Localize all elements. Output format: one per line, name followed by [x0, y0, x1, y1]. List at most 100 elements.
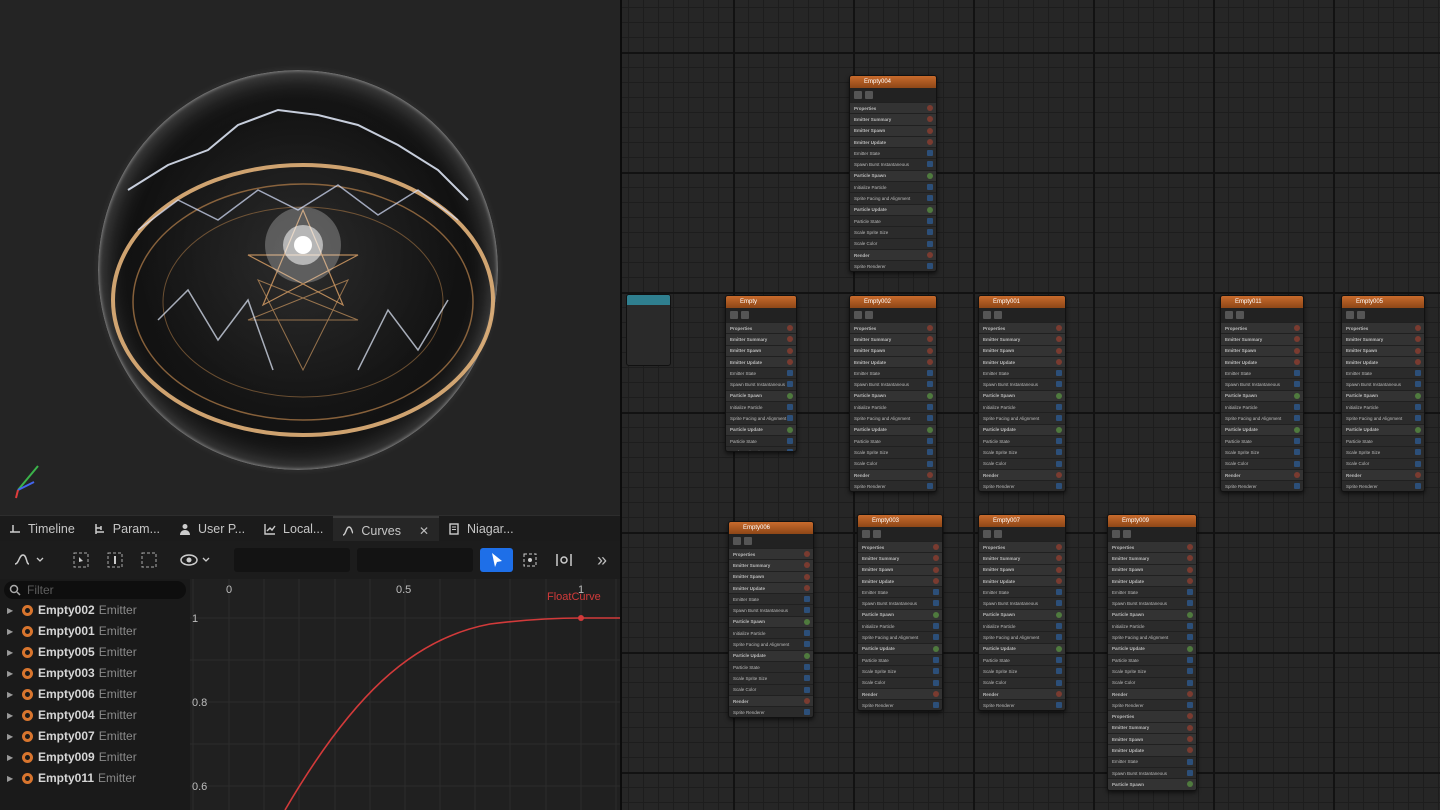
module-toggle-icon[interactable]: [1056, 656, 1062, 663]
module-toggle-icon[interactable]: [1415, 325, 1421, 331]
module-row[interactable]: Properties: [1221, 491, 1303, 492]
module-toggle-icon[interactable]: [787, 325, 793, 331]
preview-viewport[interactable]: [0, 0, 622, 515]
module-toggle-icon[interactable]: [1187, 724, 1193, 731]
module-row[interactable]: Properties: [729, 717, 813, 718]
emitter-node[interactable]: Empty006 Properties Emitter Summary Emitter…: [728, 521, 814, 718]
module-toggle-icon[interactable]: [1056, 325, 1062, 331]
module-row[interactable]: Particle State: [1342, 434, 1424, 446]
module-row[interactable]: Initialize Particle: [1108, 620, 1196, 631]
value-field[interactable]: [357, 548, 473, 572]
emitter-node-header[interactable]: Empty006: [729, 522, 813, 534]
emitter-node[interactable]: Empty009 Properties Emitter Summary Emitter…: [1107, 514, 1197, 791]
module-row[interactable]: Properties: [858, 541, 942, 553]
module-toggle-icon[interactable]: [804, 618, 810, 625]
module-row[interactable]: Properties: [1342, 322, 1424, 334]
module-toggle-icon[interactable]: [1056, 668, 1062, 675]
module-toggle-icon[interactable]: [927, 229, 933, 236]
module-row[interactable]: Emitter Spawn: [858, 563, 942, 575]
module-toggle-icon[interactable]: [927, 437, 933, 444]
module-toggle-icon[interactable]: [804, 709, 810, 716]
module-toggle-icon[interactable]: [1056, 336, 1062, 343]
module-toggle-icon[interactable]: [933, 690, 939, 697]
module-toggle-icon[interactable]: [1056, 483, 1062, 490]
expand-arrow-icon[interactable]: ▶: [7, 627, 15, 636]
module-toggle-icon[interactable]: [933, 555, 939, 562]
module-row[interactable]: Properties: [979, 491, 1065, 492]
system-overview-graph[interactable]: Empty004 Properties Emitter Summary Emitter…: [622, 0, 1440, 810]
module-toggle-icon[interactable]: [1415, 483, 1421, 490]
module-row[interactable]: Spawn Burst Instantaneous: [979, 597, 1065, 608]
module-toggle-icon[interactable]: [1415, 460, 1421, 467]
module-toggle-icon[interactable]: [1187, 679, 1193, 686]
module-toggle-icon[interactable]: [804, 551, 810, 557]
module-row[interactable]: Scale Color: [1221, 457, 1303, 469]
module-toggle-icon[interactable]: [1294, 347, 1300, 354]
module-row[interactable]: Sprite Facing and Alignment: [1108, 631, 1196, 642]
module-row[interactable]: Emitter Spawn: [1108, 733, 1196, 745]
module-toggle-icon[interactable]: [933, 611, 939, 618]
module-toggle-icon[interactable]: [787, 358, 793, 365]
module-row[interactable]: Scale Color: [1342, 457, 1424, 469]
module-toggle-icon[interactable]: [1187, 577, 1193, 584]
module-toggle-icon[interactable]: [1056, 437, 1062, 444]
module-row[interactable]: Spawn Burst Instantaneous: [850, 378, 936, 389]
expand-arrow-icon[interactable]: ▶: [7, 648, 15, 657]
module-row[interactable]: Render: [729, 694, 813, 707]
curve-mode-dropdown[interactable]: [10, 548, 50, 572]
tab-parameters[interactable]: Param...: [85, 516, 170, 542]
module-toggle-icon[interactable]: [804, 652, 810, 659]
module-toggle-icon[interactable]: [1056, 600, 1062, 607]
module-row[interactable]: Sprite Renderer: [850, 260, 936, 271]
module-row[interactable]: Initialize Particle: [850, 401, 936, 412]
module-row[interactable]: Particle Spawn: [1342, 389, 1424, 402]
module-row[interactable]: Sprite Renderer: [1221, 480, 1303, 491]
emitter-row[interactable]: ▶ Empty003 Emitter: [0, 663, 190, 683]
module-row[interactable]: Scale Sprite Size: [858, 665, 942, 676]
module-toggle-icon[interactable]: [927, 105, 933, 111]
float-curve-line[interactable]: [284, 617, 622, 810]
module-toggle-icon[interactable]: [1294, 426, 1300, 433]
emitter-node-header[interactable]: Empty: [726, 296, 796, 308]
curve-key[interactable]: [578, 615, 584, 621]
module-toggle-icon[interactable]: [1056, 566, 1062, 573]
module-row[interactable]: Spawn Burst Instantaneous: [726, 378, 796, 389]
module-row[interactable]: Properties: [979, 710, 1065, 711]
module-row[interactable]: Particle State: [850, 434, 936, 446]
module-row[interactable]: Emitter State: [979, 367, 1065, 378]
module-toggle-icon[interactable]: [1415, 370, 1421, 377]
module-toggle-icon[interactable]: [927, 116, 933, 123]
module-row[interactable]: Particle Spawn: [1108, 608, 1196, 621]
module-row[interactable]: Particle Spawn: [979, 608, 1065, 621]
module-row[interactable]: Emitter Summary: [1342, 333, 1424, 345]
emitter-node[interactable]: Empty Properties Emitter Summary Emitter Sp…: [725, 295, 797, 452]
module-toggle-icon[interactable]: [1056, 679, 1062, 686]
module-row[interactable]: Sprite Facing and Alignment: [726, 412, 796, 423]
module-row[interactable]: Render: [1108, 687, 1196, 700]
emitter-node-header[interactable]: Empty002: [850, 296, 936, 308]
expand-arrow-icon[interactable]: ▶: [7, 711, 15, 720]
module-toggle-icon[interactable]: [1056, 645, 1062, 652]
module-row[interactable]: Particle State: [1108, 653, 1196, 665]
module-toggle-icon[interactable]: [927, 336, 933, 343]
module-toggle-icon[interactable]: [804, 675, 810, 682]
module-toggle-icon[interactable]: [1056, 370, 1062, 377]
module-toggle-icon[interactable]: [933, 600, 939, 607]
module-row[interactable]: Emitter Update: [726, 355, 796, 368]
module-toggle-icon[interactable]: [1056, 449, 1062, 456]
module-row[interactable]: Initialize Particle: [1221, 401, 1303, 412]
module-row[interactable]: Particle Update: [858, 642, 942, 654]
emitter-node[interactable]: Empty005 Properties Emitter Summary Emitter…: [1341, 295, 1425, 492]
module-toggle-icon[interactable]: [927, 347, 933, 354]
module-row[interactable]: Spawn Burst Instantaneous: [1108, 766, 1196, 778]
module-toggle-icon[interactable]: [1056, 460, 1062, 467]
module-row[interactable]: Particle State: [979, 653, 1065, 665]
emitter-node-header[interactable]: Empty011: [1221, 296, 1303, 308]
module-toggle-icon[interactable]: [927, 460, 933, 467]
module-toggle-icon[interactable]: [1294, 370, 1300, 377]
module-row[interactable]: Sprite Renderer: [1108, 699, 1196, 710]
module-toggle-icon[interactable]: [927, 263, 933, 270]
module-row[interactable]: Initialize Particle: [1342, 401, 1424, 412]
module-row[interactable]: Scale Sprite Size: [979, 665, 1065, 676]
module-toggle-icon[interactable]: [927, 150, 933, 157]
